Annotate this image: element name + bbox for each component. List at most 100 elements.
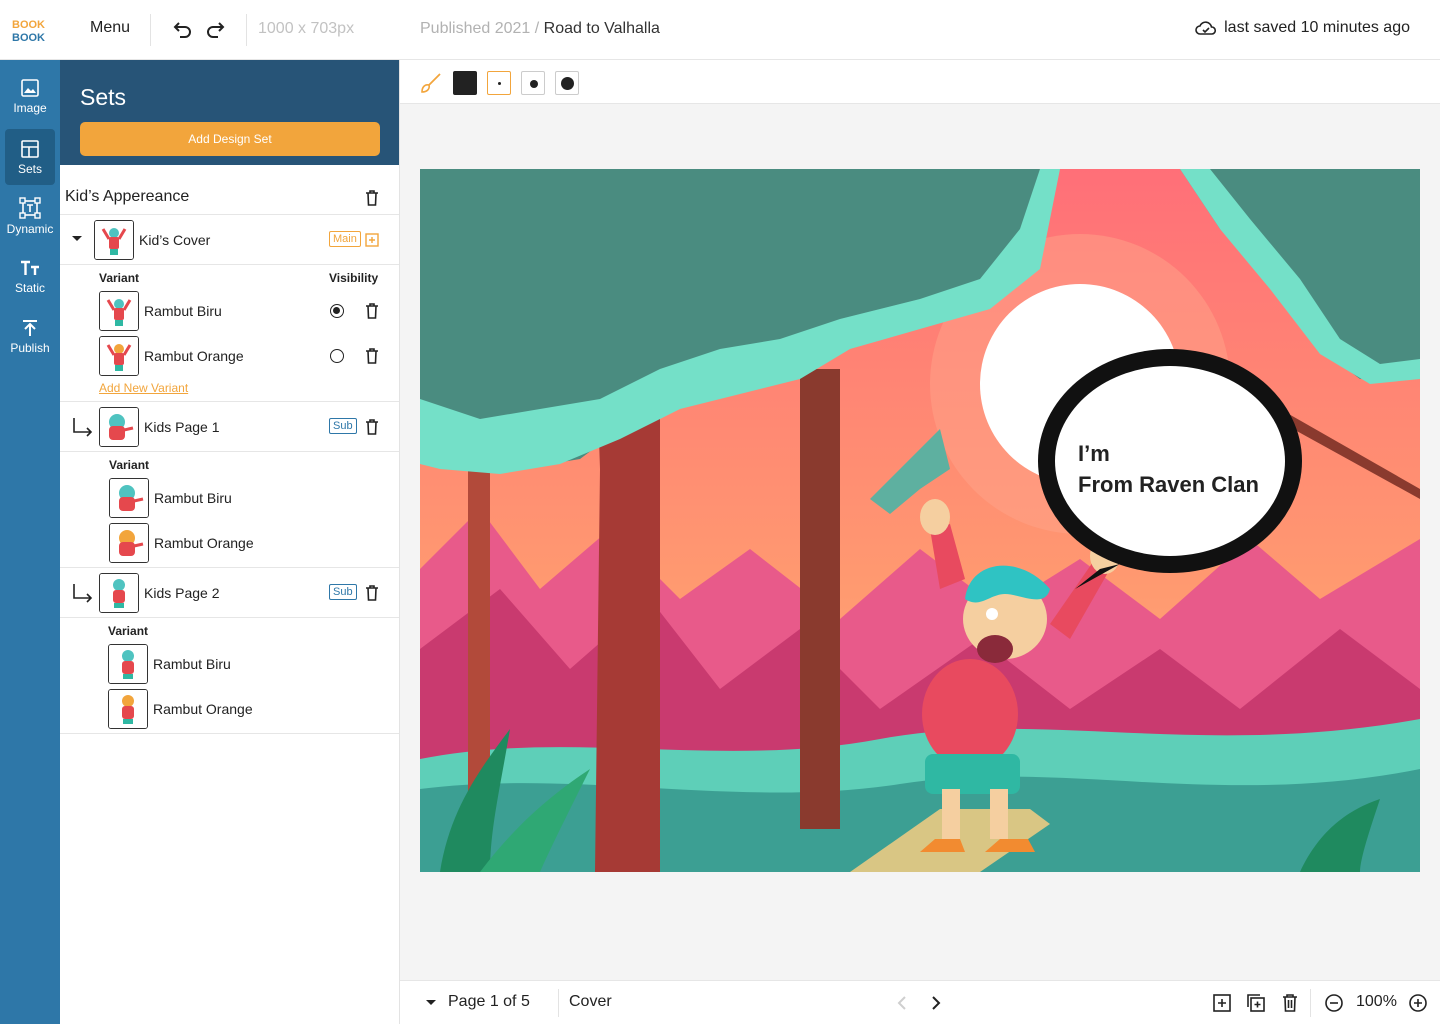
variant-thumbnail[interactable]: [108, 644, 148, 684]
svg-text:BOOK: BOOK: [12, 19, 45, 31]
sets-panel-title: Sets: [80, 84, 127, 110]
add-new-variant-link[interactable]: Add New Variant: [99, 381, 188, 395]
divider: [60, 264, 399, 265]
zoom-level: 100%: [1356, 993, 1397, 1010]
top-bar: BOOK BOOK Menu 1000 x 703px Published 20…: [0, 0, 1440, 60]
sub-badge: Sub: [329, 418, 357, 434]
caret-down-icon[interactable]: [71, 235, 83, 243]
variant-label[interactable]: Rambut Orange: [153, 701, 253, 717]
divider: [60, 401, 399, 402]
page-indicator[interactable]: Page 1 of 5: [448, 993, 530, 1011]
delete-page-icon[interactable]: [1280, 993, 1300, 1013]
next-page-icon[interactable]: [926, 993, 946, 1013]
upload-icon: [23, 319, 37, 336]
trash-icon[interactable]: [365, 190, 379, 206]
rail-item-label: Publish: [10, 340, 50, 355]
save-status: last saved 10 minutes ago: [1194, 19, 1410, 37]
cloud-icon: [1195, 21, 1217, 35]
divider: [60, 617, 399, 618]
breadcrumb-parent[interactable]: Published 2021: [420, 20, 530, 37]
rail-item-static[interactable]: Static: [0, 248, 60, 304]
static-text-icon: [21, 260, 39, 275]
set-thumbnail[interactable]: [94, 220, 134, 260]
variant-label[interactable]: Rambut Biru: [144, 303, 222, 319]
undo-icon[interactable]: [171, 20, 193, 40]
zoom-out-icon[interactable]: [1324, 993, 1344, 1013]
page-name: Cover: [569, 993, 612, 1010]
sets-panel-header: Sets Add Design Set: [60, 60, 399, 165]
rail-item-label: Sets: [17, 161, 42, 176]
divider: [60, 451, 399, 452]
sub-badge: Sub: [329, 584, 357, 600]
zoom-in-icon[interactable]: [1408, 993, 1428, 1013]
rail-item-dynamic[interactable]: Dynamic: [0, 188, 60, 244]
variant-header: Variant: [109, 458, 150, 472]
brush-size-medium[interactable]: [521, 71, 545, 95]
set-thumbnail[interactable]: [99, 407, 139, 447]
duplicate-page-icon[interactable]: [1246, 993, 1266, 1013]
bubble-line-1[interactable]: I’m: [1078, 441, 1110, 466]
paintbrush-icon[interactable]: [420, 72, 442, 94]
rail-item-label: Image: [13, 100, 47, 115]
sets-panel: Sets Add Design Set Kid’s Appereance Kid…: [60, 60, 400, 1024]
divider: [246, 14, 247, 46]
variant-label[interactable]: Rambut Orange: [144, 348, 244, 364]
left-rail: Image Sets Dynamic Static Publish: [0, 60, 60, 1024]
add-page-icon[interactable]: [1212, 993, 1232, 1013]
visibility-header: Visibility: [329, 271, 379, 285]
caret-down-icon[interactable]: [425, 999, 437, 1007]
variant-thumbnail[interactable]: [99, 336, 139, 376]
set-item-label[interactable]: Kid’s Cover: [139, 232, 210, 248]
brush-size-large[interactable]: [555, 71, 579, 95]
breadcrumb-separator: /: [534, 20, 540, 37]
bubble-line-2[interactable]: From Raven Clan: [1078, 472, 1259, 497]
variant-thumbnail[interactable]: [109, 478, 149, 518]
divider: [60, 214, 399, 215]
set-item-label[interactable]: Kids Page 2: [144, 585, 220, 601]
variant-thumbnail[interactable]: [109, 523, 149, 563]
variant-label[interactable]: Rambut Orange: [154, 535, 254, 551]
rail-item-publish[interactable]: Publish: [0, 308, 60, 364]
rail-item-image[interactable]: Image: [0, 68, 60, 124]
set-item-label[interactable]: Kids Page 1: [144, 419, 220, 435]
trash-icon[interactable]: [365, 419, 379, 435]
color-swatch[interactable]: [453, 71, 477, 95]
variant-header: Variant: [99, 271, 140, 285]
dynamic-text-icon: [19, 196, 41, 219]
variant-header: Variant: [108, 624, 149, 638]
set-thumbnail[interactable]: [99, 573, 139, 613]
visibility-radio-selected[interactable]: [330, 304, 344, 318]
rail-item-label: Dynamic: [6, 221, 54, 236]
trash-icon[interactable]: [365, 303, 379, 319]
rail-item-label: Static: [14, 280, 45, 295]
divider: [60, 733, 399, 734]
svg-text:BOOK: BOOK: [12, 32, 45, 44]
prev-page-icon[interactable]: [892, 993, 912, 1013]
menu-button[interactable]: Menu: [90, 19, 130, 37]
sub-arrow-icon: [73, 418, 93, 437]
variant-thumbnail[interactable]: [99, 291, 139, 331]
brush-size-small[interactable]: [487, 71, 511, 95]
add-box-icon[interactable]: [365, 233, 379, 247]
visibility-radio[interactable]: [330, 349, 344, 363]
rail-item-sets[interactable]: Sets: [5, 129, 55, 185]
canvas-area: I’m From Raven Clan: [400, 60, 1440, 980]
layout-icon: [21, 139, 39, 158]
sub-arrow-icon: [73, 584, 93, 603]
redo-icon[interactable]: [205, 20, 227, 40]
bookbook-logo[interactable]: BOOK BOOK: [10, 16, 50, 44]
variant-label[interactable]: Rambut Biru: [154, 490, 232, 506]
add-design-set-button[interactable]: Add Design Set: [80, 122, 380, 156]
variant-label[interactable]: Rambut Biru: [153, 656, 231, 672]
set-group-title: Kid’s Appereance: [65, 188, 190, 205]
variant-thumbnail[interactable]: [108, 689, 148, 729]
bottom-bar: Page 1 of 5 Cover 100%: [400, 980, 1440, 1024]
trash-icon[interactable]: [365, 348, 379, 364]
tree-trunk: [800, 369, 840, 829]
breadcrumb-current: Road to Valhalla: [543, 20, 660, 37]
trash-icon[interactable]: [365, 585, 379, 601]
breadcrumb: Published 2021 / Road to Valhalla: [420, 20, 660, 38]
page-canvas[interactable]: I’m From Raven Clan: [420, 169, 1420, 872]
image-icon: [21, 78, 39, 97]
divider: [1310, 989, 1311, 1017]
